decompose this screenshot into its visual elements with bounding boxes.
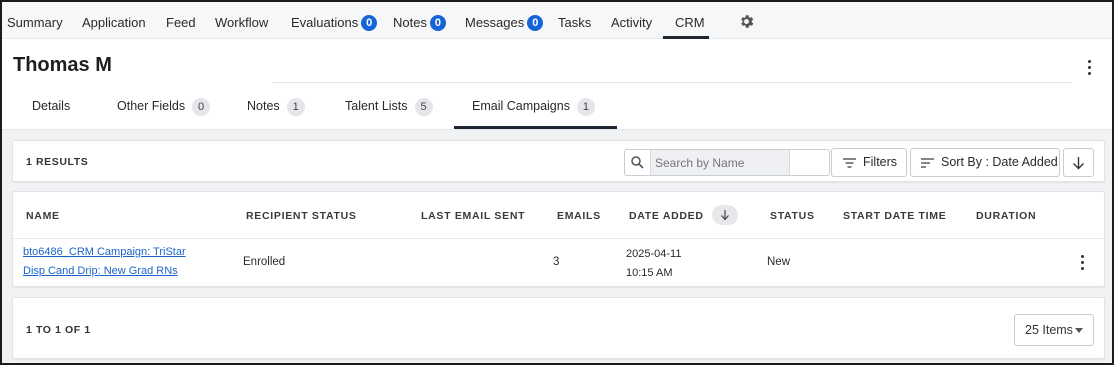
tab-count-badge: 5: [414, 98, 433, 116]
search-box: [624, 149, 830, 176]
tab-talent-lists[interactable]: Talent Lists 5: [345, 98, 433, 116]
filter-icon: [843, 158, 856, 168]
messages-badge: 0: [527, 15, 544, 31]
filters-button[interactable]: Filters: [831, 148, 907, 177]
nav-workflow-label: Workflow: [215, 15, 269, 30]
date-added-date: 2025-04-11: [626, 248, 682, 260]
sort-button[interactable]: Sort By : Date Added: [910, 148, 1060, 177]
results-toolbar: 1 RESULTS Filters Sort: [12, 140, 1105, 182]
arrow-down-icon: [1073, 157, 1084, 170]
page-size-select[interactable]: 25 Items: [1014, 314, 1094, 346]
nav-messages[interactable]: Messages 0: [465, 2, 544, 39]
notes-badge: 0: [429, 15, 446, 31]
nav-crm-label: CRM: [675, 15, 705, 30]
search-icon: [631, 156, 644, 169]
date-added-time: 10:15 AM: [626, 267, 673, 279]
nav-messages-label: Messages: [465, 15, 525, 30]
tab-email-campaigns-label: Email Campaigns: [472, 99, 570, 113]
top-nav: Summary Application Feed Workflow Evalua…: [2, 2, 1112, 39]
search-field: [650, 150, 790, 175]
nav-active-indicator: [663, 36, 709, 39]
nav-summary[interactable]: Summary: [7, 2, 63, 39]
tab-count-badge: 1: [286, 98, 305, 116]
page-size-label: 25 Items: [1025, 323, 1073, 337]
column-header-start-date-time[interactable]: START DATE TIME: [843, 210, 946, 222]
nav-crm[interactable]: CRM: [675, 2, 705, 39]
nav-application-label: Application: [82, 15, 146, 30]
campaign-name-line1[interactable]: bto6486_CRM Campaign: TriStar: [23, 243, 186, 262]
nav-feed-label: Feed: [166, 15, 196, 30]
tab-notes-label: Notes: [247, 99, 280, 113]
chevron-down-icon: [1075, 328, 1083, 333]
search-input[interactable]: [655, 154, 785, 171]
tab-notes[interactable]: Notes 1: [247, 98, 305, 116]
campaigns-table: NAME RECIPIENT STATUS LAST EMAIL SENT EM…: [12, 191, 1105, 287]
page-title: Thomas M: [13, 54, 112, 76]
nav-tasks[interactable]: Tasks: [558, 2, 591, 39]
campaign-name-line2[interactable]: Disp Cand Drip: New Grad RNs: [23, 262, 186, 281]
evaluations-badge: 0: [361, 15, 378, 31]
nav-evaluations[interactable]: Evaluations 0: [291, 2, 378, 39]
column-header-last-email-sent[interactable]: LAST EMAIL SENT: [421, 210, 525, 222]
sub-tabs: Details Other Fields 0 Notes 1 Talent List…: [2, 90, 1112, 130]
tab-email-campaigns[interactable]: Email Campaigns 1: [472, 98, 595, 116]
tab-count-badge: 0: [192, 98, 211, 116]
column-header-status[interactable]: STATUS: [770, 210, 815, 222]
column-header-emails[interactable]: EMAILS: [557, 210, 601, 222]
nav-notes-label: Notes: [393, 15, 427, 30]
nav-evaluations-label: Evaluations: [291, 15, 359, 30]
tab-details[interactable]: Details: [32, 99, 70, 113]
results-count: 1 RESULTS: [26, 156, 89, 168]
arrow-down-icon: [721, 210, 730, 221]
tab-other-fields[interactable]: Other Fields 0: [117, 98, 211, 116]
column-header-date-added[interactable]: DATE ADDED: [629, 205, 739, 225]
status-cell: New: [767, 256, 791, 268]
nav-application[interactable]: Application: [82, 2, 146, 39]
kebab-vertical-icon[interactable]: [1088, 60, 1092, 78]
tab-details-label: Details: [32, 99, 71, 113]
pagination-bar: 1 TO 1 OF 1 25 Items: [12, 297, 1105, 359]
sort-direction-button[interactable]: [1063, 148, 1094, 177]
tab-count-badge: 1: [576, 98, 595, 116]
nav-activity[interactable]: Activity: [611, 2, 652, 39]
nav-feed[interactable]: Feed: [166, 2, 196, 39]
nav-summary-label: Summary: [7, 15, 63, 30]
header-divider: [13, 238, 1104, 239]
campaign-name-link[interactable]: bto6486_CRM Campaign: TriStar Disp Cand …: [23, 243, 186, 281]
filters-label: Filters: [863, 155, 898, 169]
nav-workflow[interactable]: Workflow: [215, 2, 268, 39]
emails-cell: 3: [553, 256, 560, 268]
row-actions-kebab-icon[interactable]: [1081, 255, 1085, 273]
gear-icon[interactable]: [738, 13, 755, 30]
sort-icon: [921, 158, 934, 168]
column-header-name[interactable]: NAME: [26, 210, 60, 222]
column-header-date-added-label: DATE ADDED: [629, 210, 704, 222]
app-window: Summary Application Feed Workflow Evalua…: [0, 0, 1114, 365]
column-header-recipient-status[interactable]: RECIPIENT STATUS: [246, 210, 357, 222]
tab-talent-lists-label: Talent Lists: [345, 99, 408, 113]
pagination-range: 1 TO 1 OF 1: [26, 324, 91, 336]
title-divider: [272, 82, 1072, 83]
nav-activity-label: Activity: [611, 15, 653, 30]
nav-notes[interactable]: Notes 0: [393, 2, 446, 39]
column-header-duration[interactable]: DURATION: [976, 210, 1036, 222]
sort-label: Sort By : Date Added: [941, 155, 1058, 169]
nav-tasks-label: Tasks: [558, 15, 592, 30]
sort-indicator[interactable]: [712, 205, 739, 225]
tab-other-fields-label: Other Fields: [117, 99, 186, 113]
recipient-status-cell: Enrolled: [243, 256, 286, 268]
date-added-cell: 2025-04-11 10:15 AM: [626, 245, 681, 283]
